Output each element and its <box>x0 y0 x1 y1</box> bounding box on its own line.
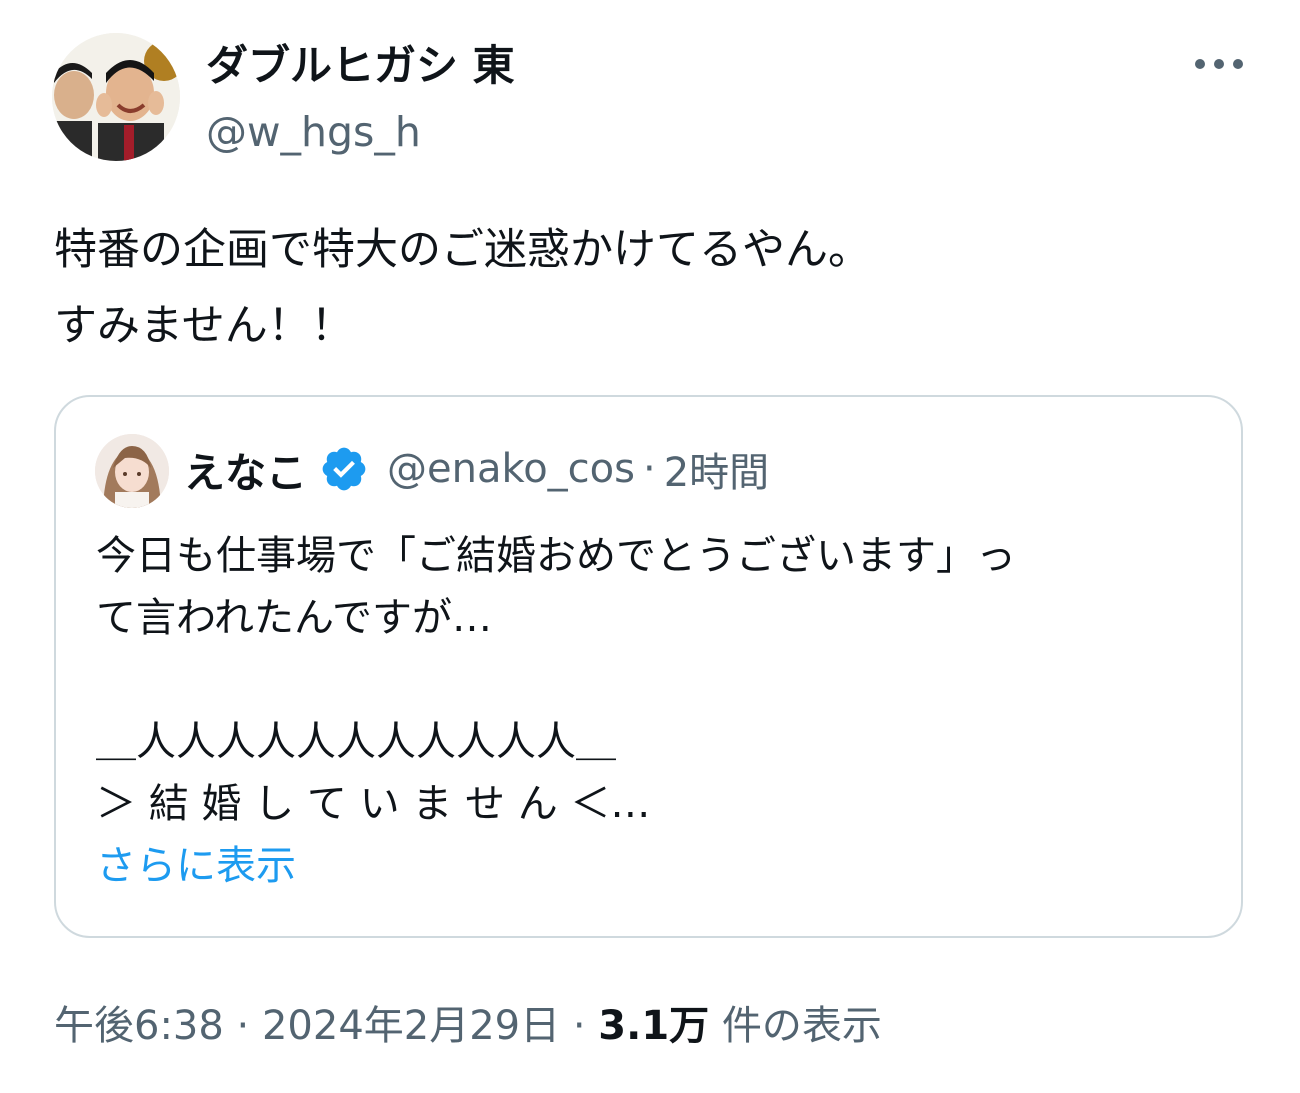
quote-text: 今日も仕事場で「ご結婚おめでとうございます」っ て言われたんですが… ＿人人人人… <box>96 525 1216 897</box>
quote-text-line: ＞ 結 婚 し て い ま せ ん ＜… <box>96 781 651 827</box>
meta-separator: · <box>572 1003 586 1049</box>
views-label: 件の表示 <box>721 1003 882 1049</box>
show-more-link[interactable]: さらに表示 <box>96 835 1216 897</box>
quote-author-name[interactable]: えなこ <box>184 439 307 499</box>
tweet-text-line: 特番の企画で特大のご迷惑かけてるやん。 <box>54 225 871 275</box>
quote-text-blank-line <box>96 649 1216 711</box>
tweet-date[interactable]: 2024年2月29日 <box>262 1003 560 1049</box>
verified-badge-icon <box>322 447 366 491</box>
tweet-text: 特番の企画で特大のご迷惑かけてるやん。 すみません！！ <box>54 212 1254 364</box>
quote-avatar-photo <box>95 434 169 508</box>
tweet-text-line: すみません！！ <box>54 301 354 351</box>
quote-author-handle[interactable]: @enako_cos <box>387 446 635 492</box>
quote-text-line: て言われたんですが… <box>96 595 492 641</box>
quote-text-line: 今日も仕事場で「ご結婚おめでとうございます」っ <box>96 533 1016 579</box>
more-options-icon <box>1195 59 1243 69</box>
meta-separator: · <box>236 1003 250 1049</box>
tweet-meta: 午後6:38 · 2024年2月29日 · 3.1万 件の表示 <box>54 998 882 1054</box>
quote-header: えなこ @enako_cos · 2時間 <box>184 441 769 497</box>
avatar-photo <box>52 33 180 161</box>
more-options-button[interactable] <box>1186 44 1252 84</box>
author-avatar[interactable] <box>52 33 180 161</box>
quote-text-line: ＿人人人人人人人人人人人＿ <box>96 719 616 765</box>
quoted-tweet-card[interactable]: えなこ @enako_cos · 2時間 今日も仕事場で「ご結婚おめでとうござい… <box>54 395 1243 938</box>
author-display-name[interactable]: ダブルヒガシ 東 <box>206 38 515 94</box>
views-count: 3.1万 <box>598 1003 710 1049</box>
tweet-time[interactable]: 午後6:38 <box>54 1003 224 1049</box>
quote-timestamp[interactable]: 2時間 <box>664 440 769 498</box>
author-handle[interactable]: @w_hgs_h <box>206 104 421 160</box>
quote-separator: · <box>643 446 656 492</box>
quote-author-avatar[interactable] <box>95 434 169 508</box>
